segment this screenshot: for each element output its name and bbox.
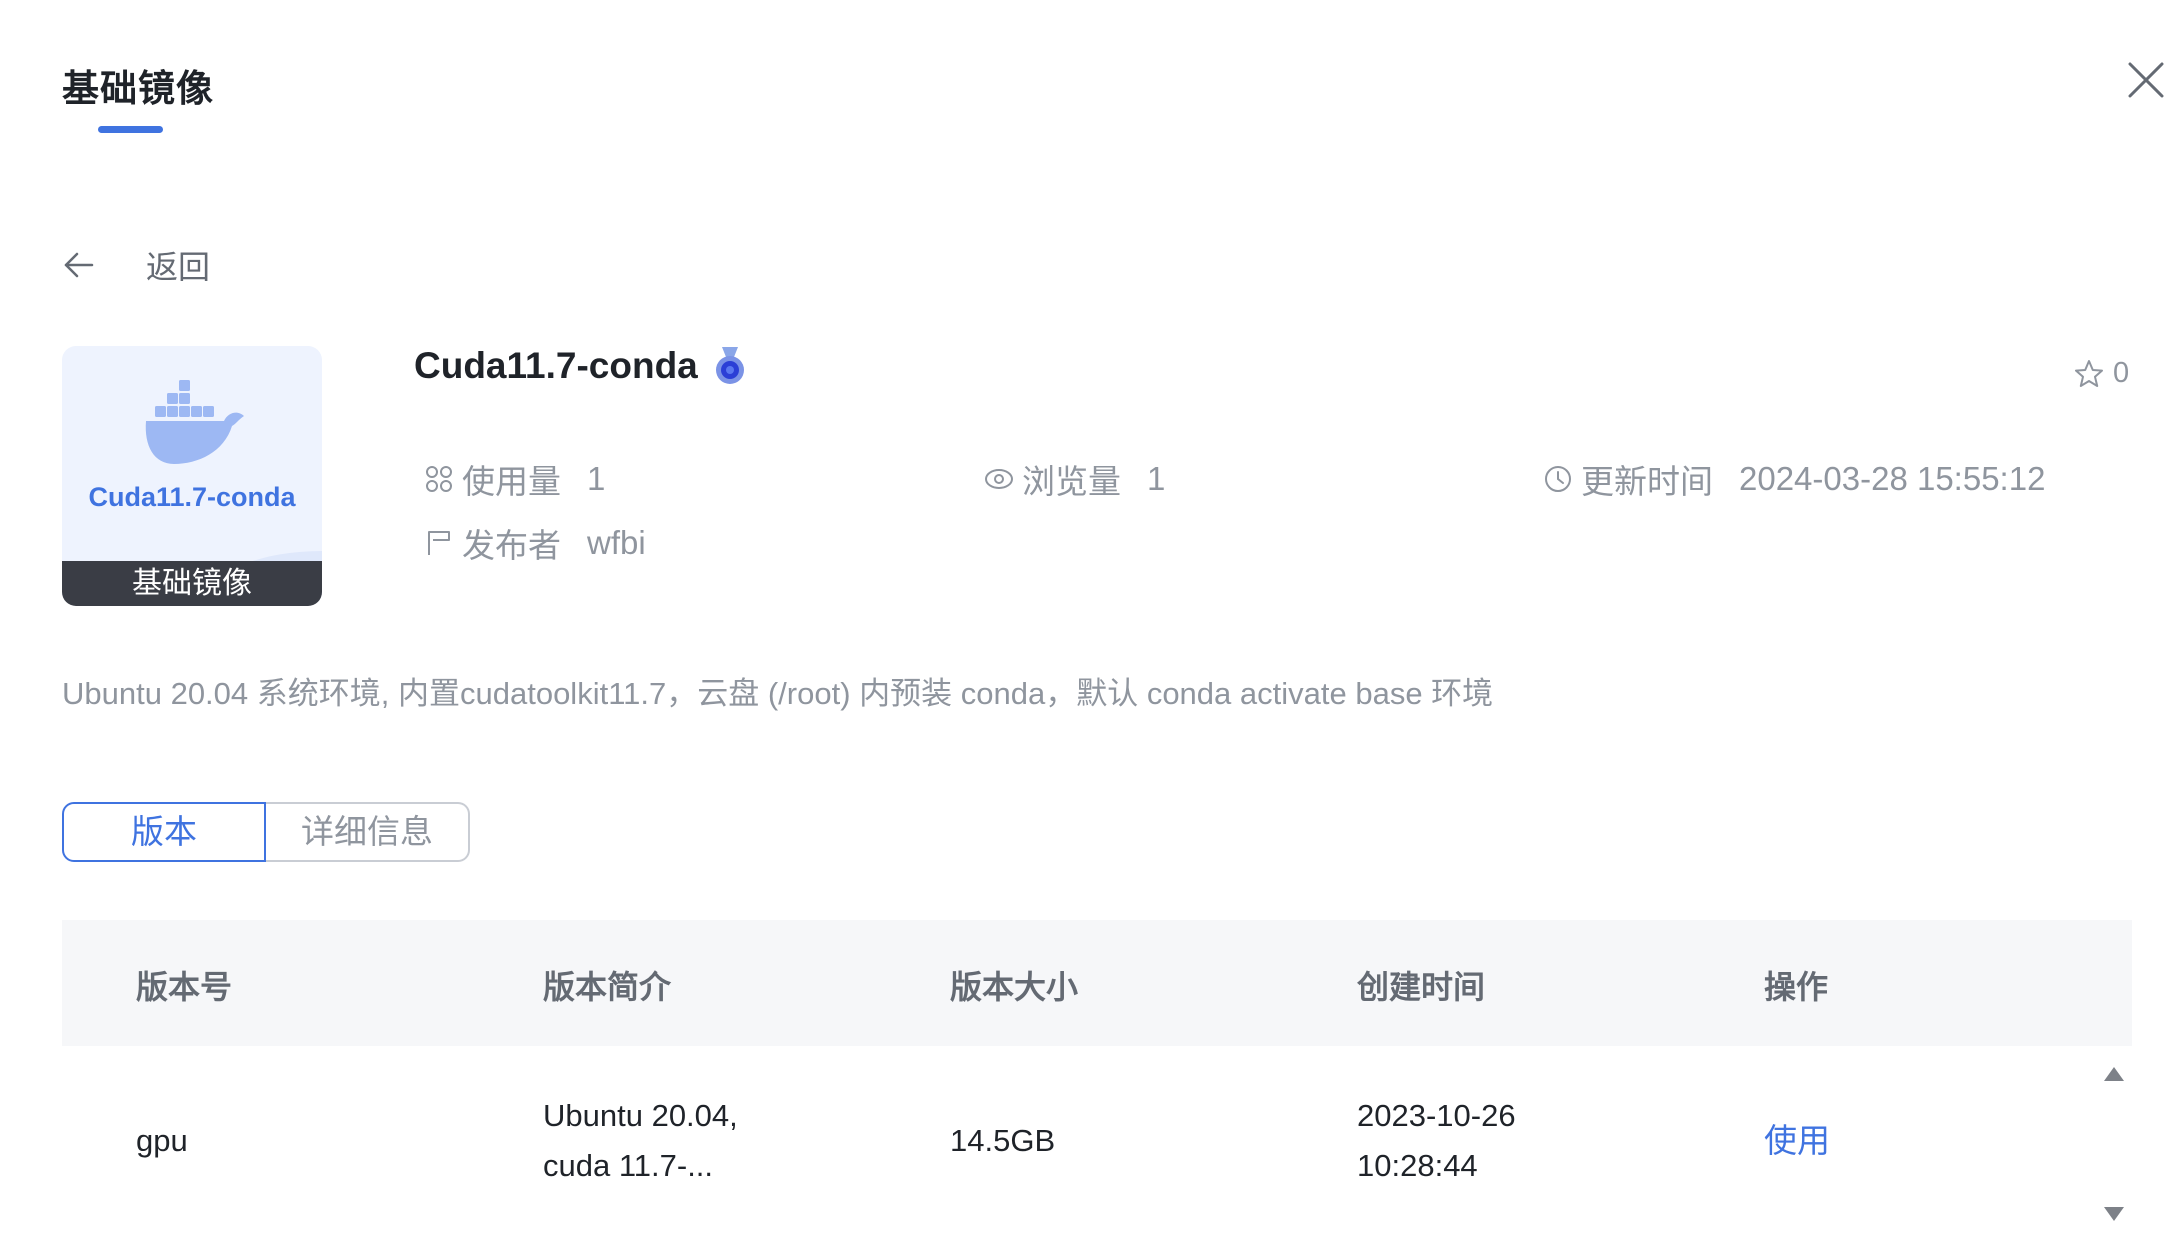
views-stat: 浏览量 1 [984,455,1165,503]
views-value: 1 [1147,460,1166,497]
card-image-name: Cuda11.7-conda [88,482,296,512]
usage-value: 1 [587,460,606,497]
image-description: Ubuntu 20.04 系统环境, 内置cudatoolkit11.7，云盘 … [62,676,1494,711]
cell-created-date: 2023-10-26 [1357,1098,1516,1133]
column-header-size: 版本大小 [950,969,1079,1005]
column-header-version: 版本号 [136,969,233,1005]
back-button[interactable]: 返回 [62,240,210,290]
updated-label: 更新时间 [1581,463,1713,500]
cell-size: 14.5GB [950,1123,1056,1158]
tab-bar: 版本 详细信息 [62,802,470,862]
back-arrow-icon [64,252,94,278]
publisher-icon [428,531,450,555]
column-header-created: 创建时间 [1357,969,1486,1005]
publisher-value: wfbi [587,524,646,561]
use-button[interactable]: 使用 [1764,1116,1830,1166]
cell-intro-line2: cuda 11.7-... [543,1148,714,1183]
image-title: Cuda11.7-conda [414,345,748,387]
publisher-stat: 发布者 wfbi [424,519,646,567]
scroll-up-icon[interactable] [2103,1066,2125,1082]
title-underline [98,126,163,133]
updated-value: 2024-03-28 15:55:12 [1739,460,2046,497]
tab-versions[interactable]: 版本 [62,802,266,862]
updated-stat: 更新时间 2024-03-28 15:55:12 [1543,455,2045,503]
image-card: Cuda11.7-conda 基础镜像 [62,346,322,606]
image-title-text: Cuda11.7-conda [414,345,698,386]
usage-label: 使用量 [462,463,561,500]
medal-badge-icon [715,347,744,384]
eye-icon [985,469,1013,489]
favorite-button[interactable]: 0 [2073,357,2129,390]
close-icon [2128,62,2164,98]
cell-created: 2023-10-26 10:28:44 [1357,1091,1516,1191]
favorite-count: 0 [2113,357,2130,389]
cell-intro: Ubuntu 20.04, cuda 11.7-... [543,1091,738,1191]
close-button[interactable] [2124,58,2168,102]
cell-intro-line1: Ubuntu 20.04, [543,1098,738,1133]
views-label: 浏览量 [1022,463,1121,500]
publisher-label: 发布者 [462,527,561,564]
cell-created-time: 10:28:44 [1357,1148,1478,1183]
docker-whale-icon [145,380,244,464]
column-header-action: 操作 [1764,969,1829,1005]
cell-version: gpu [136,1123,188,1158]
star-icon [2075,359,2103,387]
usage-icon [426,466,452,492]
card-tag: 基础镜像 [62,561,322,606]
table-row: gpu Ubuntu 20.04, cuda 11.7-... 14.5GB 2… [62,1046,2132,1236]
clock-icon [1545,466,1571,492]
usage-stat: 使用量 1 [424,455,605,503]
back-label: 返回 [146,249,211,285]
scroll-down-icon[interactable] [2103,1206,2125,1222]
versions-table: 版本号 版本简介 版本大小 创建时间 操作 gpu Ubuntu 20.04, … [62,920,2132,1236]
table-header: 版本号 版本简介 版本大小 创建时间 操作 [62,920,2132,1046]
tab-details[interactable]: 详细信息 [266,802,470,862]
dialog-title: 基础镜像 [62,68,214,109]
column-header-intro: 版本简介 [543,969,672,1005]
table-scrollbar[interactable] [2092,1046,2136,1236]
